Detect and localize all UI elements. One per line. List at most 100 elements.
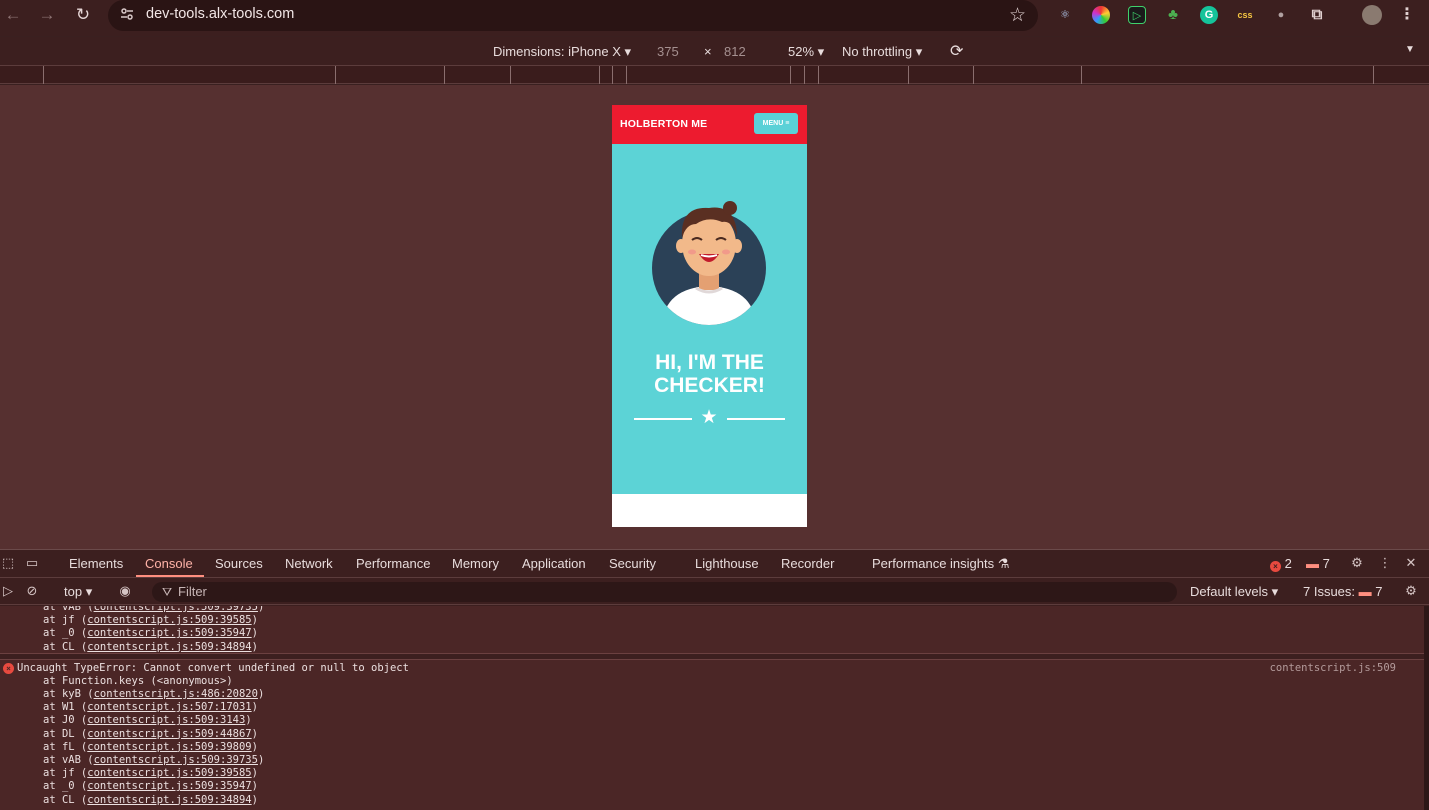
- stack-frame: at _0 (contentscript.js:509:35947): [43, 627, 258, 640]
- tab-application[interactable]: Application: [522, 556, 586, 571]
- device-toggle-icon[interactable]: ▭: [24, 555, 40, 571]
- address-bar[interactable]: dev-tools.alx-tools.com ☆: [108, 0, 1038, 31]
- stack-frame-link[interactable]: contentscript.js:509:39735: [94, 754, 258, 766]
- stack-frame: at fL (contentscript.js:509:39809): [43, 740, 258, 753]
- issues-link[interactable]: 7 Issues: ▬ 7: [1303, 584, 1383, 599]
- error-counter[interactable]: × 2: [1270, 556, 1292, 572]
- profile-avatar[interactable]: [1362, 5, 1382, 25]
- close-devtools-icon[interactable]: ✕: [1403, 555, 1419, 571]
- stack-frame: at jf (contentscript.js:509:39585): [43, 614, 258, 627]
- play-extension-icon[interactable]: ▷: [1128, 6, 1146, 24]
- stack-frame-link[interactable]: contentscript.js:509:39585: [87, 767, 251, 779]
- error-icon: ×: [1270, 561, 1281, 572]
- stack-frame-link[interactable]: contentscript.js:509:35947: [87, 627, 251, 639]
- throttling-select[interactable]: No throttling ▾: [842, 44, 922, 60]
- tab-elements[interactable]: Elements: [69, 556, 123, 571]
- extensions-puzzle-icon[interactable]: ⧉: [1308, 6, 1326, 24]
- tab-network[interactable]: Network: [285, 556, 333, 571]
- context-select[interactable]: top ▾: [64, 584, 92, 600]
- tab-console[interactable]: Console: [145, 556, 193, 571]
- stack-frame-link[interactable]: contentscript.js:509:39735: [94, 606, 258, 613]
- color-picker-extension-icon[interactable]: [1092, 6, 1110, 24]
- tab-security[interactable]: Security: [609, 556, 656, 571]
- live-expression-eye-icon[interactable]: ◉: [117, 583, 133, 599]
- dimensions-select[interactable]: Dimensions: iPhone X ▾: [493, 44, 631, 60]
- stack-frame: at vAB (contentscript.js:509:39735): [43, 754, 265, 766]
- filter-icon: ⛛: [162, 585, 173, 599]
- hero-title: HI, I'M THE CHECKER!: [654, 351, 765, 397]
- device-more-icon[interactable]: ▼: [1405, 44, 1415, 55]
- css-extension-icon[interactable]: css: [1236, 6, 1254, 24]
- console-message: at vAB (contentscript.js:509:39735) at jf…: [0, 606, 1424, 654]
- stack-frame-link[interactable]: contentscript.js:509:3143: [87, 714, 245, 726]
- console-filter-input[interactable]: ⛛ Filter: [152, 582, 1177, 602]
- tab-lighthouse[interactable]: Lighthouse: [695, 556, 759, 571]
- sidebar-toggle-icon[interactable]: ▷: [0, 583, 16, 599]
- console-error-message: × Uncaught TypeError: Cannot convert und…: [0, 659, 1424, 810]
- device-toolbar: Dimensions: iPhone X ▾ 375 × 812 52% ▾ N…: [0, 37, 1429, 65]
- menu-button[interactable]: MENU ≡: [754, 113, 798, 134]
- tree-extension-icon[interactable]: ♣: [1164, 6, 1182, 24]
- stack-frame-link[interactable]: contentscript.js:509:44867: [87, 728, 251, 740]
- stack-frame-link[interactable]: contentscript.js:509:39585: [87, 614, 251, 626]
- zoom-select[interactable]: 52% ▾: [788, 44, 824, 60]
- stack-frame: at W1 (contentscript.js:507:17031): [43, 701, 258, 714]
- forward-icon[interactable]: →: [34, 4, 60, 26]
- hero-section: HI, I'M THE CHECKER! ★: [612, 144, 807, 494]
- height-input[interactable]: 812: [724, 44, 746, 59]
- browser-toolbar: ← → ↻ dev-tools.alx-tools.com ☆ ⚛ ▷ ♣ G …: [0, 0, 1429, 36]
- log-levels-select[interactable]: Default levels ▾: [1190, 584, 1278, 600]
- site-settings-icon[interactable]: [118, 6, 136, 24]
- stack-frame-link[interactable]: contentscript.js:509:34894: [87, 641, 251, 653]
- media-query-ruler: [0, 65, 1429, 84]
- clear-console-icon[interactable]: ⊘: [24, 583, 40, 599]
- device-frame: HOLBERTON ME MENU ≡ HI, I'M THE CHECKER!…: [612, 105, 807, 527]
- tab-memory[interactable]: Memory: [452, 556, 499, 571]
- emulated-viewport: HOLBERTON ME MENU ≡ HI, I'M THE CHECKER!…: [0, 85, 1429, 549]
- back-icon[interactable]: ←: [0, 4, 26, 26]
- site-brand[interactable]: HOLBERTON ME: [620, 118, 707, 130]
- stack-frame: at vAB (contentscript.js:509:39735): [43, 606, 264, 614]
- site-header: HOLBERTON ME MENU ≡: [612, 105, 807, 144]
- stack-frame: at J0 (contentscript.js:509:3143): [43, 714, 252, 727]
- tab-performance[interactable]: Performance: [356, 556, 430, 571]
- stack-frame: at Function.keys (<anonymous>): [43, 675, 233, 687]
- settings-gear-icon[interactable]: ⚙: [1349, 555, 1365, 571]
- error-text: Uncaught TypeError: Cannot convert undef…: [17, 662, 409, 674]
- stack-frame: at _0 (contentscript.js:509:35947): [43, 780, 258, 793]
- error-source-link[interactable]: contentscript.js:509: [1270, 662, 1396, 674]
- devtools-more-icon[interactable]: ⋮: [1377, 555, 1393, 571]
- bookmark-star-icon[interactable]: ☆: [1009, 4, 1026, 27]
- console-toolbar: ▷ ⊘ top ▾ ◉ ⛛ Filter Default levels ▾ 7 …: [0, 579, 1429, 605]
- star-divider: ★: [634, 408, 785, 427]
- times-sign: ×: [704, 44, 712, 59]
- grammarly-icon[interactable]: G: [1200, 6, 1218, 24]
- rotate-icon[interactable]: ⟳: [950, 41, 963, 61]
- stack-frame-link[interactable]: contentscript.js:509:35947: [87, 780, 251, 792]
- stack-frame-link[interactable]: contentscript.js:507:17031: [87, 701, 251, 713]
- devtools-tabbar: ⬚ ▭ Elements Console Sources Network Per…: [0, 550, 1429, 578]
- console-scrollbar[interactable]: [1424, 606, 1429, 810]
- stack-frame: at DL (contentscript.js:509:44867): [43, 727, 258, 740]
- console-settings-icon[interactable]: ⚙: [1403, 583, 1419, 599]
- tab-performance-insights[interactable]: Performance insights ⚗: [872, 556, 1009, 572]
- width-input[interactable]: 375: [657, 44, 679, 59]
- extension-icon[interactable]: ●: [1272, 6, 1290, 24]
- stack-frame-link[interactable]: contentscript.js:509:39809: [87, 741, 251, 753]
- inspect-element-icon[interactable]: ⬚: [0, 555, 16, 571]
- reload-icon[interactable]: ↻: [70, 4, 96, 26]
- stack-frame-link[interactable]: contentscript.js:486:20820: [94, 688, 258, 700]
- avatar: [652, 201, 766, 325]
- devtools-panel: ⬚ ▭ Elements Console Sources Network Per…: [0, 549, 1429, 810]
- tab-recorder[interactable]: Recorder: [781, 556, 834, 571]
- issue-counter[interactable]: ▬ 7: [1306, 556, 1330, 571]
- console-output: at vAB (contentscript.js:509:39735) at jf…: [0, 606, 1424, 810]
- stack-frame: at jf (contentscript.js:509:39585): [43, 767, 258, 780]
- react-devtools-icon[interactable]: ⚛: [1056, 6, 1074, 24]
- chrome-menu-icon[interactable]: ⋮: [1398, 6, 1416, 24]
- url-text: dev-tools.alx-tools.com: [146, 6, 295, 22]
- tab-sources[interactable]: Sources: [215, 556, 263, 571]
- stack-frame: at kyB (contentscript.js:486:20820): [43, 688, 265, 700]
- stack-frame-link[interactable]: contentscript.js:509:34894: [87, 794, 251, 806]
- stack-frame: at CL (contentscript.js:509:34894): [43, 640, 258, 653]
